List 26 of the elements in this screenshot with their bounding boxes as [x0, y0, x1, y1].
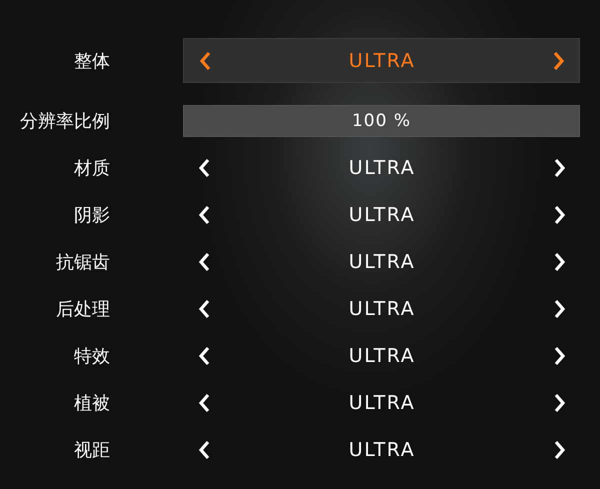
option-value: ULTRA [348, 204, 416, 226]
option-value: ULTRA [348, 344, 416, 366]
option-selector[interactable]: ULTRA [183, 192, 580, 237]
setting-label: 植被 [73, 392, 110, 414]
option-value: ULTRA [348, 392, 416, 414]
setting-label: 抗锯齿 [55, 250, 110, 274]
slider-value: 100 % [352, 110, 411, 130]
option-value: ULTRA [348, 156, 416, 178]
option-selector[interactable]: ULTRA [183, 380, 580, 425]
setting-label: 视距 [73, 438, 110, 462]
option-value: ULTRA [348, 438, 416, 460]
setting-label: 阴影 [73, 204, 110, 226]
option-selector[interactable]: ULTRA [183, 427, 580, 472]
slider-track[interactable]: 100 % [183, 104, 580, 136]
option-selector[interactable]: ULTRA [183, 239, 580, 284]
option-selector[interactable]: ULTRA [183, 286, 580, 331]
setting-label: 分辨率比例 [19, 110, 110, 132]
setting-label: 特效 [73, 344, 110, 368]
setting-label: 整体 [73, 50, 110, 72]
setting-label: 后处理 [55, 298, 110, 320]
setting-label: 材质 [73, 156, 110, 180]
option-value: ULTRA [348, 298, 416, 320]
option-value: ULTRA [348, 250, 416, 272]
option-selector[interactable]: ULTRA [183, 333, 580, 378]
option-selector[interactable]: ULTRA [183, 145, 580, 190]
option-value: ULTRA [348, 50, 416, 72]
